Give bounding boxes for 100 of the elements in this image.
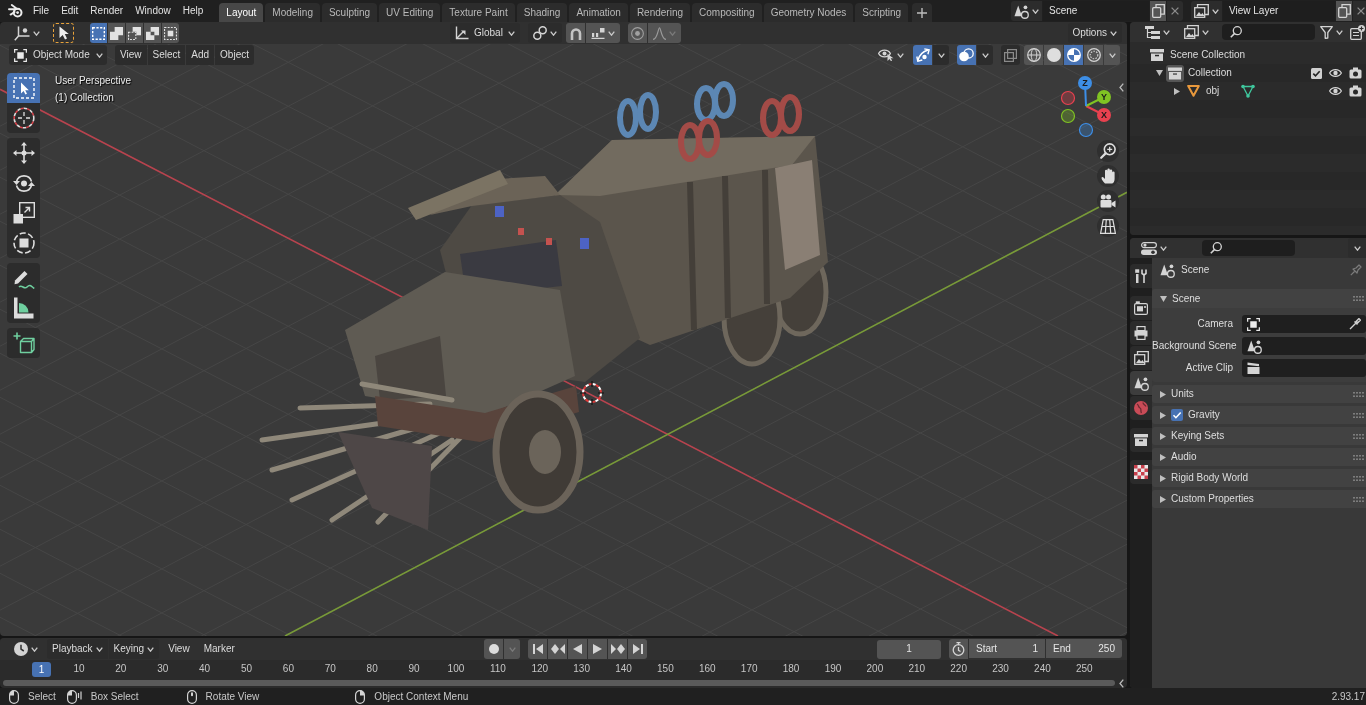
tool-button[interactable]: [7, 228, 40, 258]
outliner-item-label[interactable]: Collection: [1188, 67, 1232, 79]
menu-button[interactable]: Marker: [198, 639, 240, 659]
camera-view-button[interactable]: [1097, 190, 1119, 212]
panel-header[interactable]: Gravity: [1152, 406, 1366, 424]
auto-keying-toggle[interactable]: [484, 639, 503, 659]
shading-mode-button[interactable]: [1024, 45, 1043, 65]
close-button[interactable]: [1353, 1, 1366, 21]
panel-header[interactable]: Keying Sets: [1152, 427, 1366, 445]
search-field[interactable]: [1222, 24, 1315, 40]
shading-mode-button[interactable]: [1084, 45, 1103, 65]
playback-button[interactable]: [528, 639, 547, 659]
panel-header[interactable]: Custom Properties: [1152, 490, 1366, 508]
tool-button[interactable]: [7, 103, 40, 133]
workspace-tab[interactable]: Sculpting: [321, 3, 378, 22]
eye-icon[interactable]: [1329, 69, 1342, 77]
selection-mode-button[interactable]: [108, 23, 125, 43]
axis-handle[interactable]: Y: [1085, 90, 1111, 107]
properties-tab[interactable]: [1130, 346, 1152, 370]
menu-button[interactable]: Window: [129, 1, 177, 21]
tool-button[interactable]: [7, 138, 40, 168]
selection-mode-button[interactable]: [144, 23, 161, 43]
workspace-tab[interactable]: Rendering: [629, 3, 691, 22]
picker-field[interactable]: [1242, 359, 1366, 377]
menu-button[interactable]: Add: [186, 45, 215, 65]
browse-button[interactable]: [1191, 1, 1222, 21]
snap-target-dropdown[interactable]: [586, 23, 620, 43]
shading-mode-button[interactable]: [1064, 45, 1083, 65]
axis-handle[interactable]: Z: [1078, 76, 1092, 107]
outliner-item-label[interactable]: obj: [1206, 85, 1220, 97]
end-frame-field[interactable]: End 250: [1046, 639, 1122, 658]
timeline-scrollbar[interactable]: [3, 680, 1115, 686]
properties-tab[interactable]: [1130, 296, 1152, 320]
add-workspace-button[interactable]: [912, 3, 933, 22]
properties-tab[interactable]: [1130, 264, 1152, 288]
active-tool-button[interactable]: [53, 23, 74, 43]
menu-button[interactable]: Render: [84, 1, 130, 21]
playback-button[interactable]: [608, 639, 627, 659]
playback-button[interactable]: [548, 639, 567, 659]
playback-button[interactable]: [628, 639, 647, 659]
workspace-tab[interactable]: Modeling: [265, 3, 320, 22]
3d-cursor-icon[interactable]: [579, 380, 605, 406]
playback-button[interactable]: [588, 639, 607, 659]
negative-axis-handle[interactable]: [1060, 90, 1076, 106]
shading-menu-button[interactable]: [1104, 45, 1120, 65]
workspace-tab[interactable]: Scripting: [855, 3, 909, 22]
menu-button[interactable]: Help: [176, 1, 210, 21]
disclosure-triangle-icon[interactable]: [1174, 87, 1180, 95]
tool-button[interactable]: [7, 263, 40, 293]
mode-dropdown[interactable]: Object Mode: [9, 45, 107, 65]
workspace-tab[interactable]: Layout: [219, 3, 264, 22]
playback-button[interactable]: [568, 639, 587, 659]
gizmo-toggle[interactable]: [913, 45, 932, 65]
workspace-tab[interactable]: UV Editing: [379, 3, 441, 22]
options-dropdown[interactable]: [1348, 238, 1366, 258]
negative-axis-handle[interactable]: [1078, 122, 1094, 138]
options-dropdown[interactable]: Options: [1067, 23, 1122, 43]
orientation-dropdown[interactable]: Global: [450, 23, 520, 43]
eyedropper-icon[interactable]: [1349, 318, 1361, 330]
exclude-checkbox[interactable]: [1311, 67, 1322, 79]
workspace-tab[interactable]: Shading: [516, 3, 568, 22]
selection-mode-button[interactable]: [162, 23, 179, 43]
menu-button[interactable]: Edit: [55, 1, 85, 21]
workspace-tab[interactable]: Texture Paint: [442, 3, 515, 22]
projection-button[interactable]: [1097, 215, 1119, 237]
properties-tab[interactable]: [1130, 321, 1152, 345]
close-button[interactable]: [1167, 1, 1183, 21]
axis-handle[interactable]: X: [1085, 105, 1111, 122]
search-field[interactable]: [1202, 240, 1295, 256]
selection-mode-button[interactable]: [126, 23, 143, 43]
outliner-item-label[interactable]: Scene Collection: [1170, 49, 1246, 61]
playhead-frame[interactable]: 1: [32, 662, 51, 677]
menu-dropdown[interactable]: Playback: [47, 639, 108, 659]
panel-header[interactable]: Rigid Body World: [1152, 469, 1366, 487]
menu-button[interactable]: File: [27, 1, 56, 21]
menu-button[interactable]: View: [163, 639, 195, 659]
workspace-tab[interactable]: Animation: [569, 3, 628, 22]
menu-button[interactable]: Object: [215, 45, 254, 65]
eye-icon[interactable]: [1329, 87, 1342, 95]
workspace-tab[interactable]: Geometry Nodes: [763, 3, 854, 22]
pivot-dropdown[interactable]: [528, 23, 562, 43]
new-collection-button[interactable]: [1348, 22, 1366, 42]
panel-header[interactable]: Units: [1152, 385, 1366, 403]
start-frame-field[interactable]: Start 1: [969, 639, 1045, 658]
tool-button[interactable]: [7, 328, 40, 358]
pin-icon[interactable]: [1350, 264, 1362, 276]
stopwatch-toggle[interactable]: [949, 639, 968, 659]
zoom-button[interactable]: [1097, 140, 1119, 162]
disclosure-triangle-icon[interactable]: [1155, 70, 1163, 76]
camera-icon[interactable]: [1349, 85, 1362, 97]
picker-field[interactable]: [1242, 337, 1366, 355]
tool-button[interactable]: [7, 293, 40, 323]
shading-mode-button[interactable]: [1044, 45, 1063, 65]
triangle-vertices-icon[interactable]: [1241, 84, 1256, 98]
proportional-edit-toggle[interactable]: [628, 23, 647, 43]
menu-button[interactable]: View: [115, 45, 147, 65]
xray-toggle[interactable]: [1001, 45, 1020, 65]
overlays-toggle[interactable]: [957, 45, 976, 65]
gizmo-menu-button[interactable]: [933, 45, 949, 65]
gravity-checkbox[interactable]: [1171, 409, 1183, 421]
